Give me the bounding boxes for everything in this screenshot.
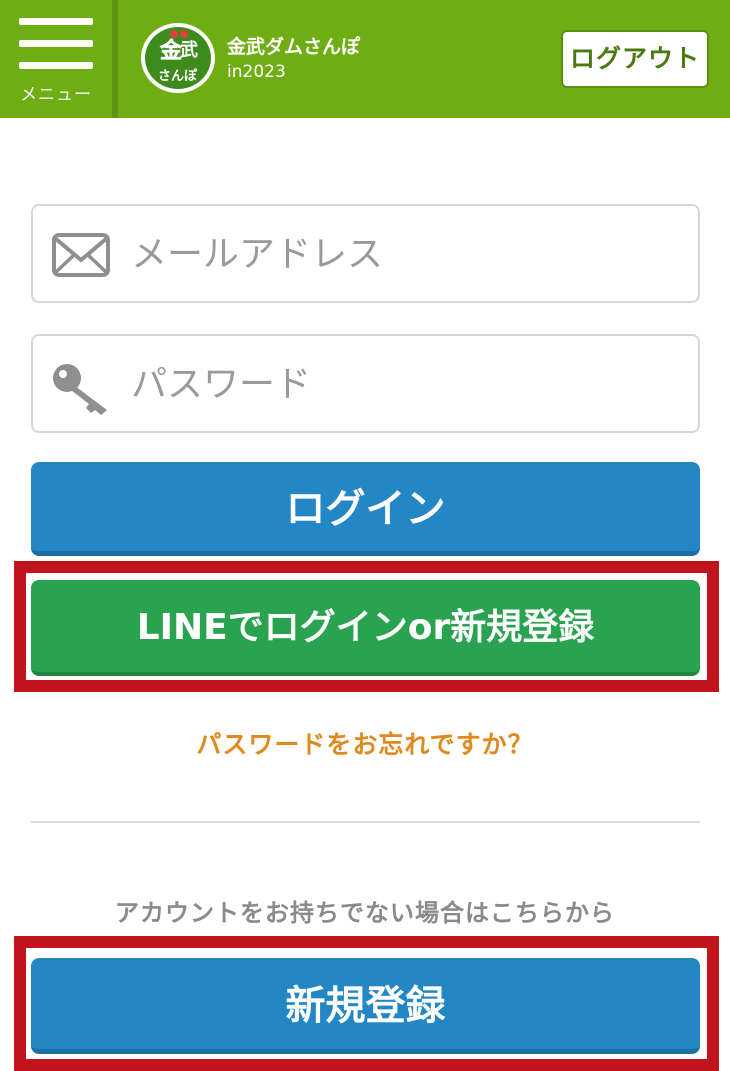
- menu-label: メニュー: [20, 85, 92, 105]
- section-divider: [31, 821, 700, 823]
- app-title: 金武ダムさんぽ: [227, 36, 361, 58]
- menu-button[interactable]: メニュー: [0, 0, 112, 118]
- line-login-highlight: [14, 561, 719, 692]
- app-logo: 金 武 さんぽ: [138, 18, 218, 98]
- logout-button[interactable]: ログアウト: [561, 30, 709, 88]
- signup-prompt: アカウントをお持ちでない場合はこちらから: [115, 899, 615, 927]
- envelope-icon: [51, 230, 113, 280]
- header-divider: [112, 0, 118, 118]
- forgot-password-link[interactable]: パスワードをお忘れですか？: [0, 725, 730, 761]
- email-input[interactable]: [131, 224, 671, 284]
- hamburger-icon: [19, 18, 93, 70]
- register-highlight: [14, 936, 719, 1071]
- svg-text:武: 武: [180, 40, 198, 61]
- password-input[interactable]: [131, 354, 671, 414]
- login-button[interactable]: ログイン: [31, 462, 700, 556]
- password-field[interactable]: [31, 334, 700, 433]
- key-icon: [51, 360, 113, 415]
- app-subtitle: in2023: [227, 62, 286, 82]
- app-header: メニュー 金 武 さんぽ 金武ダムさんぽ in2023 ログアウト: [0, 0, 730, 118]
- email-field[interactable]: [31, 204, 700, 303]
- svg-text:さんぽ: さんぽ: [158, 68, 198, 84]
